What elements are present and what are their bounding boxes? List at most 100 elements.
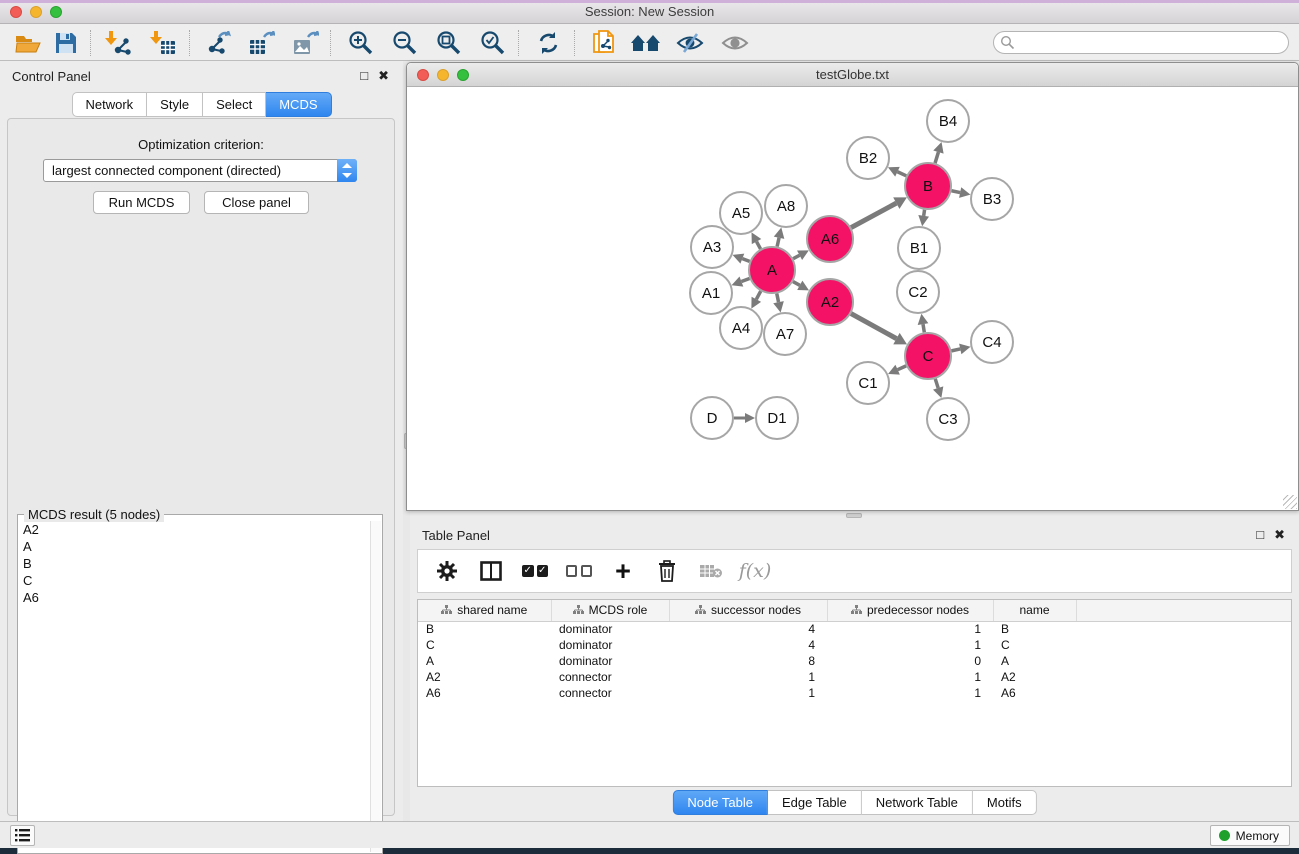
zoom-in-button[interactable] <box>344 29 378 57</box>
edge-B-B3[interactable] <box>952 191 961 193</box>
table-cell[interactable]: 4 <box>669 621 827 637</box>
edge-B-B1[interactable] <box>924 210 925 216</box>
edge-A-A7[interactable] <box>777 294 779 303</box>
table-cell[interactable]: A <box>418 653 551 669</box>
search-input[interactable] <box>993 31 1289 54</box>
table-settings-button[interactable] <box>434 558 460 584</box>
tab-style[interactable]: Style <box>147 92 203 117</box>
edge-C-C2[interactable] <box>923 324 924 332</box>
home-button[interactable] <box>629 29 663 57</box>
result-list-item[interactable]: C <box>19 572 370 589</box>
edge-C-C4[interactable] <box>951 349 960 351</box>
table-cell[interactable]: connector <box>551 685 669 701</box>
table-cell[interactable] <box>1076 685 1291 701</box>
result-list-item[interactable]: A <box>19 538 370 555</box>
edge-A-A2[interactable] <box>793 282 800 286</box>
table-cell[interactable]: A2 <box>418 669 551 685</box>
table-cell[interactable] <box>1076 653 1291 669</box>
graph-node-A1[interactable]: A1 <box>690 272 732 314</box>
tab-motifs[interactable]: Motifs <box>973 790 1037 815</box>
edge-A-A8[interactable] <box>777 238 779 247</box>
table-cell[interactable]: B <box>418 621 551 637</box>
table-cell[interactable]: dominator <box>551 621 669 637</box>
result-list-item[interactable]: A2 <box>19 521 370 538</box>
edge-A6-B[interactable] <box>851 203 896 227</box>
select-all-button[interactable]: ✓ ✓ <box>522 558 548 584</box>
table-cell[interactable] <box>1076 637 1291 653</box>
resize-grip[interactable] <box>1283 495 1297 509</box>
tab-node-table[interactable]: Node Table <box>672 790 768 815</box>
graph-node-C1[interactable]: C1 <box>847 362 889 404</box>
graph-node-C[interactable]: C <box>905 333 951 379</box>
table-cell[interactable]: 1 <box>827 685 993 701</box>
table-cell[interactable]: 4 <box>669 637 827 653</box>
float-panel-icon[interactable]: □ <box>360 68 368 84</box>
table-cell[interactable]: 1 <box>827 637 993 653</box>
table-cell[interactable]: 0 <box>827 653 993 669</box>
edge-B-B4[interactable] <box>935 152 938 163</box>
task-history-button[interactable] <box>10 825 35 846</box>
table-cell[interactable]: dominator <box>551 653 669 669</box>
float-panel-icon[interactable]: □ <box>1256 527 1264 543</box>
result-scrollbar[interactable] <box>370 521 381 852</box>
graph-node-B1[interactable]: B1 <box>898 227 940 269</box>
table-row[interactable]: Adominator80A <box>418 653 1291 669</box>
delete-table-button[interactable] <box>698 558 724 584</box>
export-network-button[interactable] <box>201 29 235 57</box>
edge-A-A4[interactable] <box>756 291 760 299</box>
edge-A-A1[interactable] <box>741 278 749 281</box>
table-cell[interactable]: A6 <box>993 685 1076 701</box>
function-builder-button[interactable]: f(x) <box>742 558 768 584</box>
table-cell[interactable]: 8 <box>669 653 827 669</box>
graph-node-B3[interactable]: B3 <box>971 178 1013 220</box>
close-panel-icon[interactable]: ✖ <box>1274 527 1285 543</box>
run-mcds-button[interactable]: Run MCDS <box>93 191 190 214</box>
network-canvas[interactable]: B4B2BB3A8A5A6A3B1AC2A1A2A4A7C4CC1DD1C3 <box>407 87 1298 510</box>
panel-mode-button[interactable] <box>478 558 504 584</box>
edge-C-C1[interactable] <box>898 366 906 370</box>
table-cell[interactable]: dominator <box>551 637 669 653</box>
graph-node-A6[interactable]: A6 <box>807 216 853 262</box>
table-cell[interactable]: 1 <box>827 621 993 637</box>
table-cell[interactable]: B <box>993 621 1076 637</box>
table-cell[interactable]: connector <box>551 669 669 685</box>
tab-mcds[interactable]: MCDS <box>266 92 331 117</box>
add-column-button[interactable]: + <box>610 558 636 584</box>
search-field[interactable] <box>1015 34 1288 52</box>
graph-node-B4[interactable]: B4 <box>927 100 969 142</box>
splitter-grip[interactable] <box>846 513 862 518</box>
deselect-all-button[interactable] <box>566 558 592 584</box>
edge-A2-C[interactable] <box>851 314 896 339</box>
column-header-shared-name[interactable]: shared name <box>418 600 551 621</box>
tab-select[interactable]: Select <box>203 92 266 117</box>
edge-C-C3[interactable] <box>935 379 938 388</box>
column-header-name[interactable]: name <box>993 600 1076 621</box>
graph-node-A2[interactable]: A2 <box>807 279 853 325</box>
zoom-fit-button[interactable] <box>432 29 466 57</box>
zoom-selected-button[interactable] <box>476 29 510 57</box>
duplicate-network-button[interactable] <box>587 29 621 57</box>
table-cell[interactable]: 1 <box>669 685 827 701</box>
zoom-out-button[interactable] <box>388 29 422 57</box>
table-cell[interactable]: 1 <box>669 669 827 685</box>
table-cell[interactable] <box>1076 621 1291 637</box>
graph-node-A4[interactable]: A4 <box>720 307 762 349</box>
graph-node-A8[interactable]: A8 <box>765 185 807 227</box>
save-session-button[interactable] <box>49 29 83 57</box>
result-list-item[interactable]: A6 <box>19 589 370 606</box>
close-panel-button[interactable]: Close panel <box>204 191 309 214</box>
graph-node-D[interactable]: D <box>691 397 733 439</box>
table-cell[interactable]: C <box>993 637 1076 653</box>
close-panel-icon[interactable]: ✖ <box>378 68 389 84</box>
table-cell[interactable]: 1 <box>827 669 993 685</box>
import-table-button[interactable] <box>146 29 180 57</box>
table-row[interactable]: Bdominator41B <box>418 621 1291 637</box>
import-network-button[interactable] <box>101 29 135 57</box>
edge-B-B2[interactable] <box>897 172 906 176</box>
graph-node-D1[interactable]: D1 <box>756 397 798 439</box>
export-table-button[interactable] <box>244 29 278 57</box>
open-session-button[interactable] <box>11 29 45 57</box>
edge-A-A3[interactable] <box>742 259 749 262</box>
refresh-button[interactable] <box>531 29 565 57</box>
column-header-successor-nodes[interactable]: successor nodes <box>669 600 827 621</box>
